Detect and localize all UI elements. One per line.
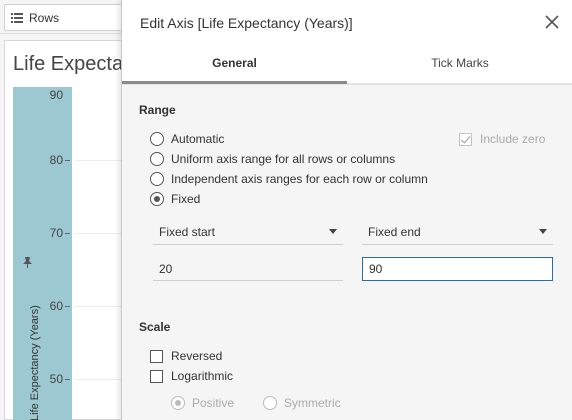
range-heading: Range <box>139 103 176 117</box>
radio-label: Automatic <box>171 132 225 146</box>
worksheet-view: Life Expecta Life Expectancy (Years) 90 … <box>4 40 135 420</box>
radio-button[interactable] <box>150 172 164 186</box>
checkbox[interactable] <box>150 369 163 383</box>
radio-button[interactable] <box>150 152 164 166</box>
range-option-automatic[interactable]: Automatic <box>150 130 224 148</box>
range-option-uniform[interactable]: Uniform axis range for all rows or colum… <box>150 150 395 168</box>
reversed-label: Reversed <box>171 349 223 363</box>
axis-band[interactable] <box>13 87 72 420</box>
radio-label: Symmetric <box>284 396 341 410</box>
close-icon[interactable] <box>543 13 561 31</box>
radio-button[interactable] <box>171 396 185 410</box>
axis-tick-label: 60 <box>49 299 63 313</box>
axis-title: Life Expectancy (Years) <box>29 305 41 420</box>
axis-tick-label: 80 <box>49 153 63 167</box>
axis-tick-label: 90 <box>49 88 63 102</box>
rows-shelf: Rows <box>0 0 130 34</box>
chevron-down-icon <box>329 229 337 234</box>
axis-tick-mark <box>65 379 70 380</box>
tab-general[interactable]: General <box>122 44 347 84</box>
general-tab-panel: Range Automatic Uniform axis range for a… <box>122 84 572 420</box>
radio-button[interactable] <box>150 132 164 146</box>
radio-label: Uniform axis range for all rows or colum… <box>171 152 396 166</box>
checkbox[interactable] <box>459 132 472 146</box>
log-option-symmetric[interactable]: Symmetric <box>263 394 341 412</box>
include-zero-checkbox[interactable]: Include zero <box>459 130 545 148</box>
range-option-fixed[interactable]: Fixed <box>150 190 200 208</box>
fixed-start-input[interactable] <box>153 257 343 281</box>
include-zero-label: Include zero <box>480 132 546 146</box>
logarithmic-checkbox[interactable]: Logarithmic <box>150 367 233 385</box>
chevron-down-icon <box>539 229 547 234</box>
logarithmic-label: Logarithmic <box>171 369 234 383</box>
radio-button[interactable] <box>263 396 277 410</box>
edit-axis-dialog: Edit Axis [Life Expectancy (Years)] Gene… <box>121 0 572 420</box>
radio-label: Fixed <box>171 192 201 206</box>
axis-tick-mark <box>65 233 70 234</box>
pin-icon[interactable] <box>22 256 33 268</box>
fixed-end-input[interactable] <box>362 257 553 281</box>
fixed-start-select[interactable]: Fixed start <box>153 219 343 245</box>
tab-tick-marks[interactable]: Tick Marks <box>347 44 572 84</box>
rows-shelf-label: Rows <box>29 10 60 25</box>
axis-tick-mark <box>65 306 70 307</box>
axis-tick-label: 70 <box>49 226 63 240</box>
dialog-title: Edit Axis [Life Expectancy (Years)] <box>140 15 353 31</box>
reversed-checkbox[interactable]: Reversed <box>150 347 222 365</box>
view-title: Life Expecta <box>13 53 124 75</box>
scale-heading: Scale <box>139 320 171 334</box>
dialog-tabs: General Tick Marks <box>122 44 572 84</box>
rows-shelf-button[interactable]: Rows <box>4 4 126 31</box>
log-option-positive[interactable]: Positive <box>171 394 234 412</box>
fixed-end-select[interactable]: Fixed end <box>362 219 553 245</box>
checkbox[interactable] <box>150 349 163 363</box>
radio-button[interactable] <box>150 192 164 206</box>
axis-tick-label: 50 <box>49 372 63 386</box>
list-icon <box>11 12 23 23</box>
select-value: Fixed end <box>368 224 421 239</box>
range-option-independent[interactable]: Independent axis ranges for each row or … <box>150 170 428 188</box>
select-value: Fixed start <box>159 224 216 239</box>
axis-tick-mark <box>65 160 70 161</box>
radio-label: Independent axis ranges for each row or … <box>171 172 428 186</box>
radio-label: Positive <box>192 396 235 410</box>
